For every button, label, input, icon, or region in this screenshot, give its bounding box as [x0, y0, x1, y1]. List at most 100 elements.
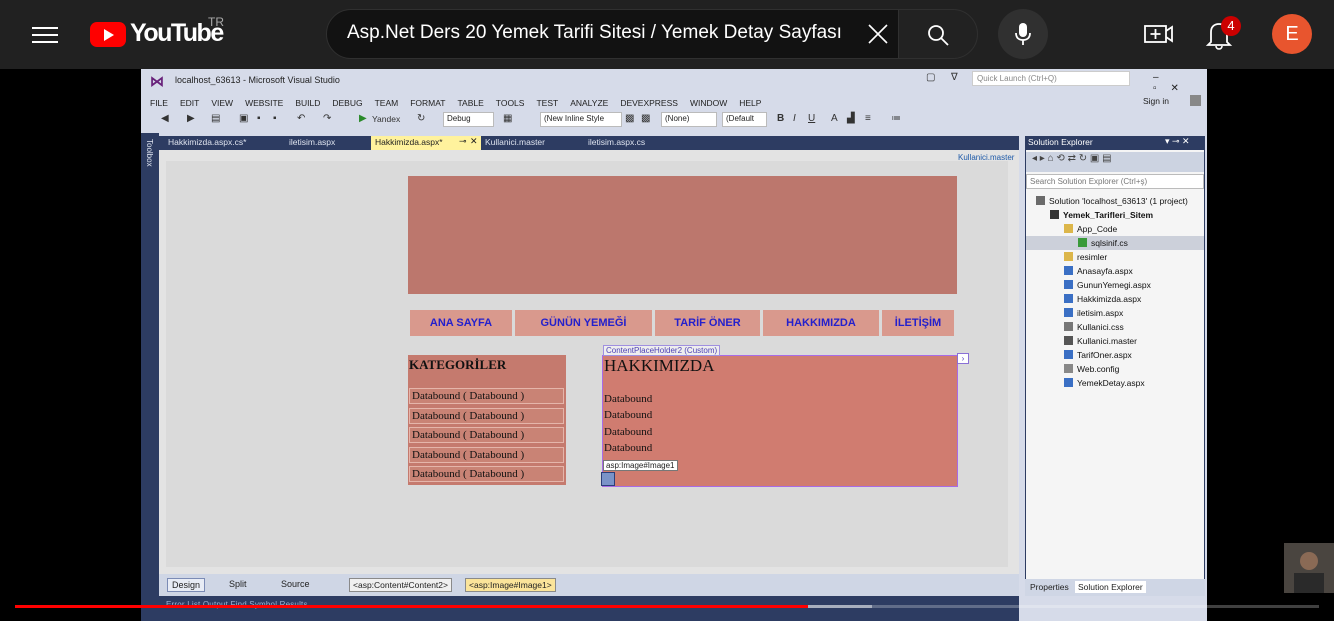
italic-icon[interactable]: I	[793, 113, 796, 124]
user-avatar-icon[interactable]	[1190, 95, 1201, 106]
underline-icon[interactable]: U	[808, 113, 815, 124]
tab-solution-explorer[interactable]: Solution Explorer	[1075, 581, 1146, 593]
quick-launch-input[interactable]: Quick Launch (Ctrl+Q)	[972, 71, 1130, 86]
panel-options-icon[interactable]: ▾ ⊸ ✕	[1165, 136, 1190, 147]
undo-icon[interactable]: ↶	[297, 113, 305, 124]
nav-tarif-oner[interactable]: TARİF ÖNER	[655, 310, 760, 336]
menu-test[interactable]: TEST	[536, 98, 558, 108]
tree-item[interactable]: sqlsinif.cs	[1026, 236, 1204, 250]
clear-search-icon[interactable]	[866, 22, 890, 46]
tab-iletisim-cs[interactable]: iletisim.aspx.cs	[584, 136, 649, 150]
feedback-icon[interactable]: ▢	[926, 72, 935, 83]
category-item[interactable]: Databound ( Databound )	[409, 408, 564, 424]
tree-item[interactable]: Solution 'localhost_63613' (1 project)	[1036, 194, 1188, 208]
menu-edit[interactable]: EDIT	[180, 98, 199, 108]
browser-selector[interactable]: Yandex	[372, 114, 400, 124]
menu-tools[interactable]: TOOLS	[496, 98, 525, 108]
category-item[interactable]: Databound ( Databound )	[409, 466, 564, 482]
sign-in-link[interactable]: Sign in	[1143, 96, 1169, 106]
toolbox-label[interactable]: Toolbox	[145, 139, 154, 167]
tree-item[interactable]: GununYemegi.aspx	[1064, 278, 1151, 292]
voice-search-button[interactable]	[998, 9, 1048, 59]
font-size-select[interactable]: (Default	[722, 112, 767, 127]
nav-iletisim[interactable]: İLETİŞİM	[882, 310, 954, 336]
filter-icon[interactable]: ∇	[951, 72, 958, 83]
font-color-icon[interactable]: A	[831, 113, 838, 124]
forward-icon[interactable]: ▶	[187, 113, 195, 124]
tree-item[interactable]: TarifOner.aspx	[1064, 348, 1132, 362]
redo-icon[interactable]: ↷	[323, 113, 331, 124]
tab-kullanici-master[interactable]: Kullanici.master	[481, 136, 549, 150]
category-item[interactable]: Databound ( Databound )	[409, 388, 564, 404]
category-item[interactable]: Databound ( Databound )	[409, 447, 564, 463]
source-view-button[interactable]: Source	[277, 578, 314, 590]
tree-item[interactable]: YemekDetay.aspx	[1064, 376, 1145, 390]
image-placeholder-icon[interactable]	[601, 472, 615, 486]
style-apply-icon[interactable]: ▩	[625, 113, 634, 124]
tree-item[interactable]: resimler	[1064, 250, 1107, 264]
tree-item[interactable]: Anasayfa.aspx	[1064, 264, 1133, 278]
save-all-icon[interactable]: ▪	[273, 113, 277, 124]
solution-explorer-toolbar: ◂ ▸ ⌂ ⟲ ⇄ ↻ ▣ ▤	[1026, 152, 1204, 172]
menu-window[interactable]: WINDOW	[690, 98, 727, 108]
vs-toolbar: ◀ ▶ ▤ ▣ ▪ ▪ ↶ ↷ ▶ Yandex ↻ Debug ▦ (New …	[141, 110, 1207, 130]
style-manage-icon[interactable]: ▩	[641, 113, 650, 124]
nav-gunun-yemegi[interactable]: GÜNÜN YEMEĞİ	[515, 310, 652, 336]
menu-view[interactable]: VIEW	[211, 98, 233, 108]
tab-hakkimizda-cs[interactable]: Hakkimizda.aspx.cs*	[164, 136, 250, 150]
pin-tab-icon[interactable]: ⊸	[459, 136, 467, 147]
tree-item[interactable]: Web.config	[1064, 362, 1119, 376]
smart-tag-arrow-icon[interactable]: ›	[957, 353, 969, 364]
open-file-icon[interactable]: ▣	[239, 113, 248, 124]
find-icon[interactable]: ▦	[503, 113, 512, 124]
nav-hakkimizda[interactable]: HAKKIMIZDA	[763, 310, 879, 336]
list-icon[interactable]: ≔	[891, 113, 901, 124]
menu-table[interactable]: TABLE	[458, 98, 484, 108]
new-project-icon[interactable]: ▤	[211, 113, 220, 124]
menu-website[interactable]: WEBSITE	[245, 98, 283, 108]
style-select[interactable]: (New Inline Style	[540, 112, 622, 127]
breadcrumb-content2[interactable]: <asp:Content#Content2>	[349, 578, 452, 592]
back-icon[interactable]: ◀	[161, 113, 169, 124]
start-debugging-icon[interactable]: ▶	[359, 113, 367, 124]
menu-team[interactable]: TEAM	[375, 98, 399, 108]
toolbox-strip[interactable]	[141, 133, 159, 621]
close-tab-icon[interactable]: ✕	[470, 136, 478, 147]
nav-ana-sayfa[interactable]: ANA SAYFA	[410, 310, 512, 336]
avatar[interactable]: E	[1272, 14, 1312, 54]
menu-help[interactable]: HELP	[739, 98, 761, 108]
window-controls[interactable]: –▫✕	[1153, 72, 1207, 94]
search-query-text[interactable]: Asp.Net Ders 20 Yemek Tarifi Sitesi / Ye…	[347, 22, 867, 44]
configuration-select[interactable]: Debug	[443, 112, 494, 127]
tab-properties[interactable]: Properties	[1027, 581, 1072, 593]
solution-explorer-search[interactable]: Search Solution Explorer (Ctrl+ş)	[1026, 174, 1204, 189]
menu-build[interactable]: BUILD	[295, 98, 320, 108]
site-header-banner[interactable]	[408, 176, 957, 294]
tree-item[interactable]: Kullanici.css	[1064, 320, 1124, 334]
search-button[interactable]	[898, 9, 978, 59]
create-video-icon[interactable]	[1144, 20, 1174, 48]
font-select[interactable]: (None)	[661, 112, 717, 127]
menu-devexpress[interactable]: DEVEXPRESS	[620, 98, 678, 108]
tree-item[interactable]: App_Code	[1064, 222, 1117, 236]
breadcrumb-image1[interactable]: <asp:Image#Image1>	[465, 578, 556, 592]
hamburger-menu-icon[interactable]	[32, 22, 58, 46]
tree-item[interactable]: Hakkimizda.aspx	[1064, 292, 1141, 306]
menu-format[interactable]: FORMAT	[410, 98, 445, 108]
tree-item[interactable]: Yemek_Tarifleri_Sitem	[1050, 208, 1153, 222]
align-icon[interactable]: ≡	[865, 113, 871, 124]
menu-analyze[interactable]: ANALYZE	[570, 98, 608, 108]
highlight-icon[interactable]: ▟	[847, 113, 855, 124]
tab-iletisim-aspx[interactable]: iletisim.aspx	[285, 136, 339, 150]
refresh-icon[interactable]: ↻	[417, 113, 425, 124]
menu-debug[interactable]: DEBUG	[332, 98, 362, 108]
bold-icon[interactable]: B	[777, 113, 784, 124]
design-view-button[interactable]: Design	[167, 578, 206, 592]
split-view-button[interactable]: Split	[225, 578, 251, 590]
tree-item[interactable]: iletisim.aspx	[1064, 306, 1123, 320]
tree-item[interactable]: Kullanici.master	[1064, 334, 1137, 348]
category-item[interactable]: Databound ( Databound )	[409, 427, 564, 443]
menu-file[interactable]: FILE	[150, 98, 168, 108]
youtube-logo-icon[interactable]	[90, 22, 126, 47]
save-icon[interactable]: ▪	[257, 113, 261, 124]
